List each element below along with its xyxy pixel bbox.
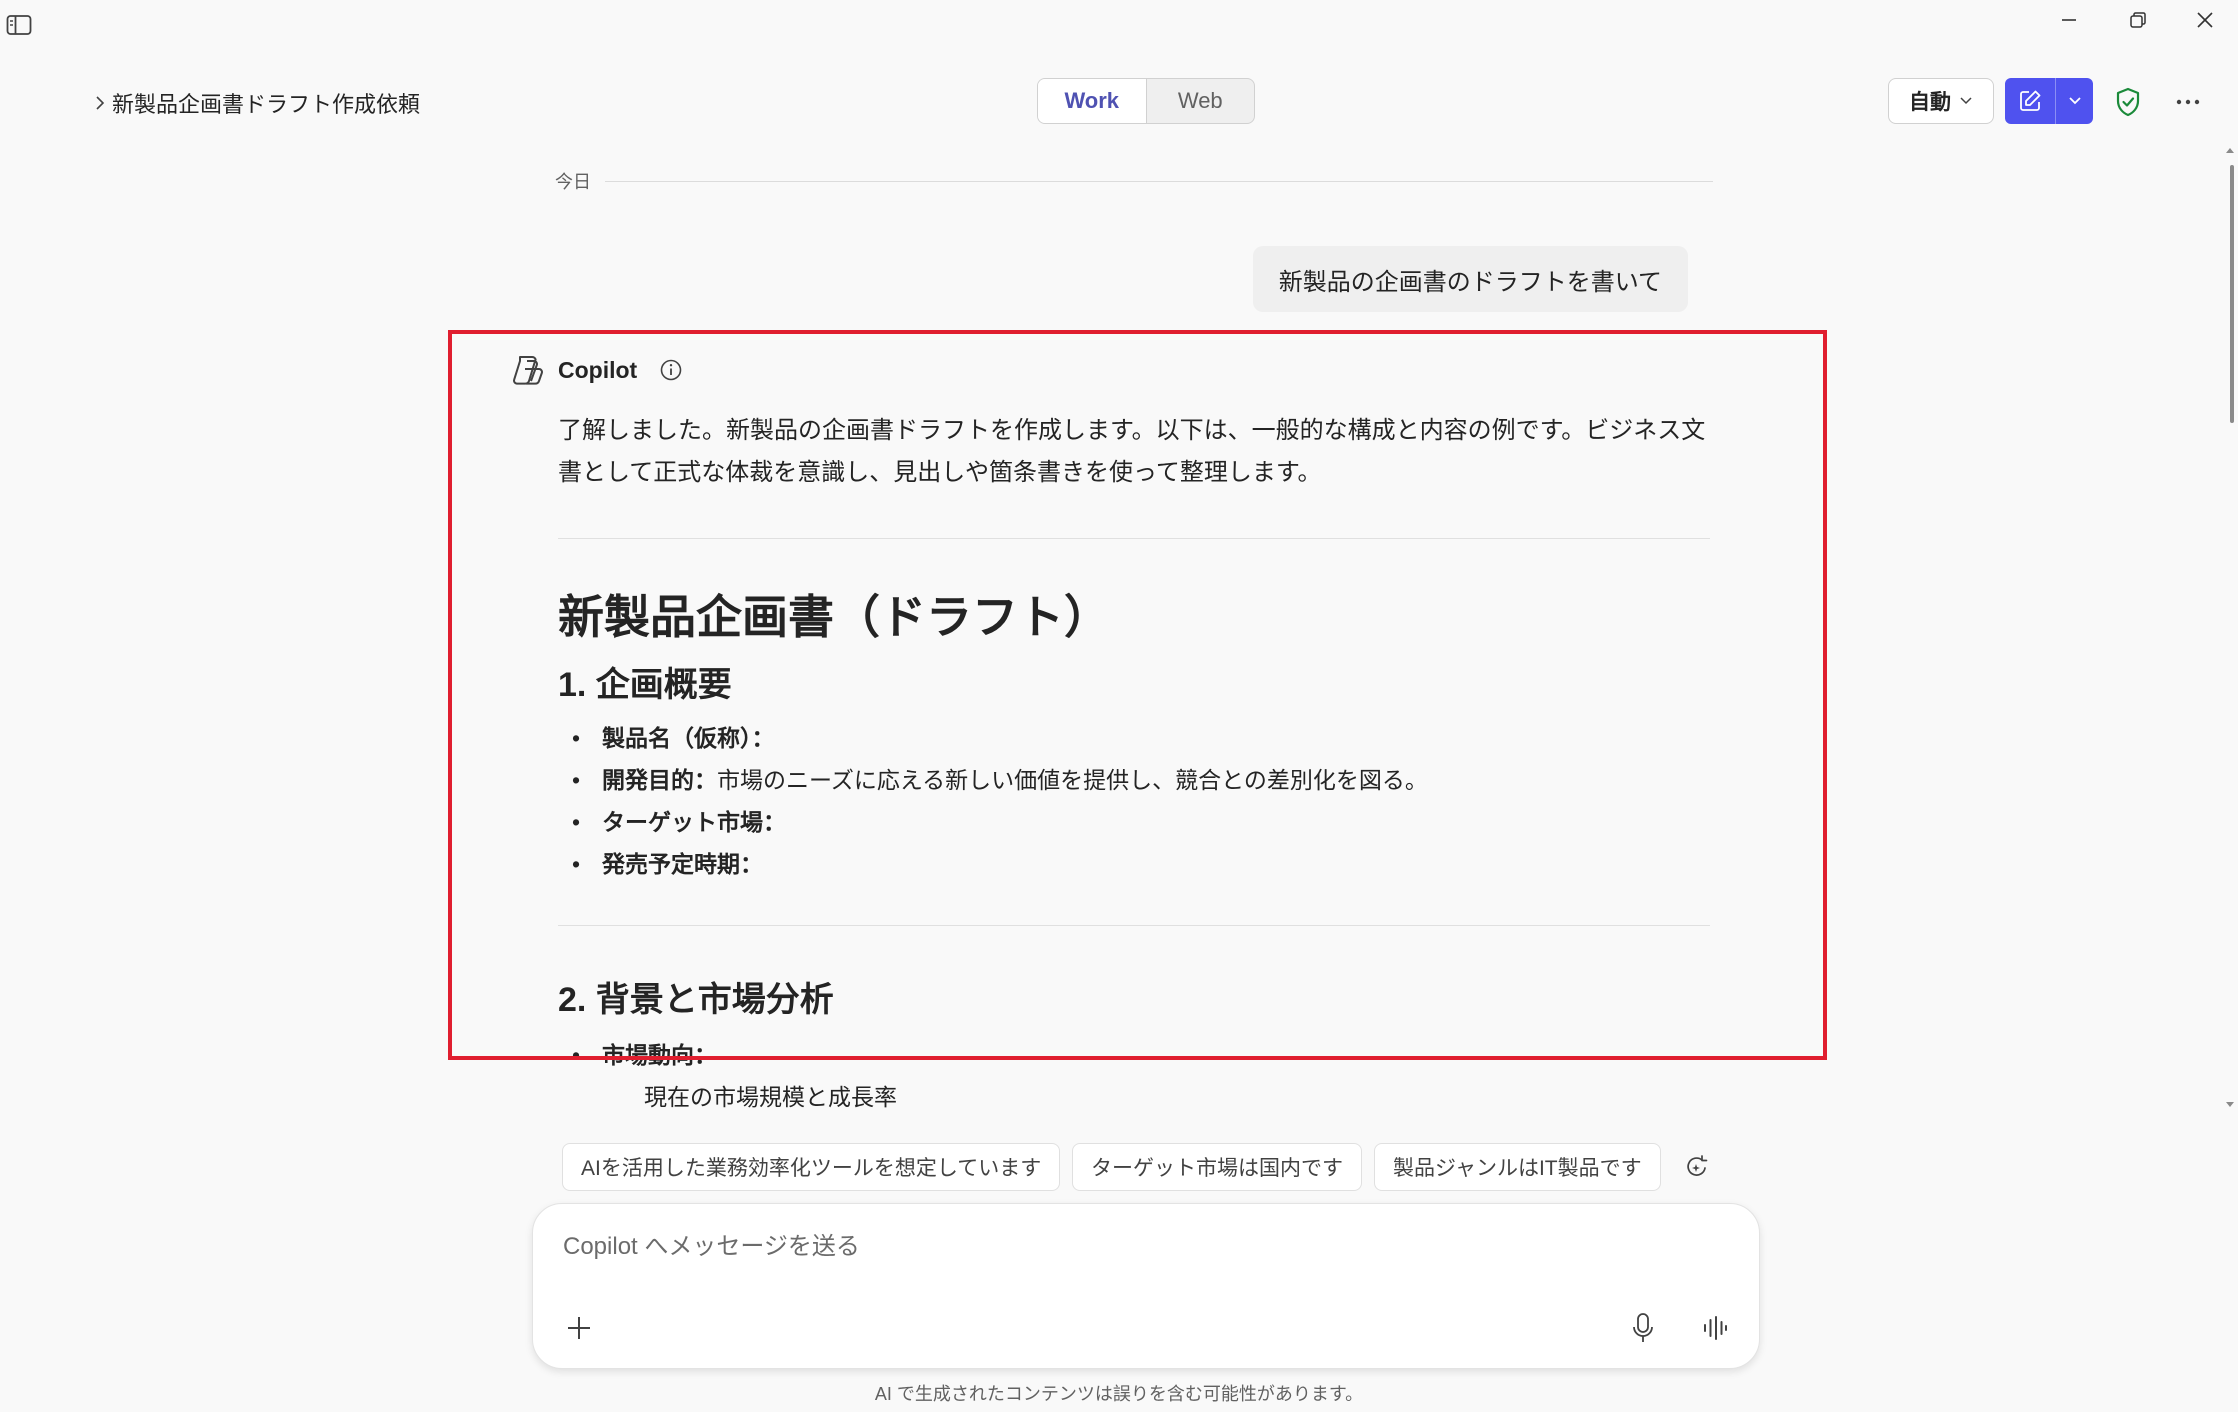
web-tab[interactable]: Web (1147, 79, 1255, 123)
more-suggestions-button[interactable] (1678, 1148, 1716, 1186)
list-item: 開発目的：市場のニーズに応える新しい価値を提供し、競合との差別化を図る。 (558, 759, 1710, 801)
assistant-response: Copilot 了解しました。新製品の企画書ドラフトを作成します。以下は、一般的… (510, 350, 1710, 1115)
new-chat-split-button[interactable] (2005, 78, 2093, 124)
minimize-button[interactable] (2036, 0, 2102, 40)
protection-shield-button[interactable] (2110, 84, 2146, 120)
chevron-right-icon (96, 96, 105, 110)
date-divider (605, 180, 1713, 182)
mode-dropdown[interactable]: 自動 (1888, 78, 1994, 124)
breadcrumb[interactable]: 新製品企画書ドラフト作成依頼 (94, 86, 420, 120)
suggestion-chip[interactable]: 製品ジャンルはIT製品です (1374, 1143, 1661, 1191)
voice-mode-button[interactable] (1695, 1308, 1735, 1348)
ai-disclaimer: AI で生成されたコンテンツは誤りを含む可能性があります。 (874, 1384, 1364, 1404)
list-item: ターゲット市場： (558, 801, 1710, 843)
response-intro: 了解しました。新製品の企画書ドラフトを作成します。以下は、一般的な構成と内容の例… (558, 417, 1706, 486)
info-icon[interactable] (659, 358, 683, 382)
new-chat-options-button[interactable] (2056, 78, 2093, 124)
section-heading-overview: 1. 企画概要 (558, 666, 732, 704)
chevron-down-icon (2068, 97, 2081, 105)
list-item: 製品名（仮称）： (558, 717, 1710, 759)
date-label: 今日 (555, 172, 591, 192)
sparkle-refresh-icon (1687, 1155, 1708, 1176)
background-list: 市場動向： (558, 1034, 1710, 1076)
more-icon (2176, 99, 2200, 105)
section-heading-background: 2. 背景と市場分析 (558, 981, 834, 1019)
copilot-logo-icon (513, 356, 543, 385)
work-web-toggle[interactable]: Work Web (1037, 78, 1255, 124)
message-input[interactable] (561, 1226, 1665, 1268)
sidebar-toggle-button[interactable] (6, 14, 36, 40)
conversation-title: 新製品企画書ドラフト作成依頼 (112, 92, 421, 117)
list-item: 市場動向： (558, 1034, 1710, 1076)
scroll-up-icon[interactable] (2222, 145, 2238, 155)
scroll-down-icon[interactable] (2222, 1100, 2238, 1110)
mode-label: 自動 (1909, 91, 1951, 114)
close-button[interactable] (2172, 0, 2238, 40)
section-divider (558, 925, 1710, 926)
suggestion-chip[interactable]: ターゲット市場は国内です (1072, 1143, 1362, 1191)
new-chat-button[interactable] (2005, 78, 2056, 124)
section-divider (558, 538, 1710, 539)
chevron-down-icon (1960, 97, 1972, 105)
message-composer (532, 1203, 1760, 1369)
assistant-header: Copilot (510, 350, 1710, 390)
add-attachment-button[interactable] (559, 1308, 599, 1348)
plus-icon (568, 1317, 590, 1339)
sub-list-item: 現在の市場規模と成長率 (644, 1084, 897, 1110)
scrollbar-thumb[interactable] (2230, 165, 2234, 423)
restore-icon (2130, 12, 2146, 28)
microphone-icon (1633, 1313, 1653, 1342)
more-options-button[interactable] (2170, 84, 2206, 120)
work-tab[interactable]: Work (1038, 79, 1147, 123)
suggestion-chip[interactable]: AIを活用した業務効率化ツールを想定しています (562, 1143, 1061, 1191)
shield-check-icon (2116, 87, 2140, 117)
close-icon (2197, 12, 2213, 28)
user-message: 新製品の企画書のドラフトを書いて (1252, 246, 1688, 312)
voice-wave-icon (1704, 1316, 1727, 1340)
document-title: 新製品企画書（ドラフト） (558, 591, 1110, 643)
microphone-button[interactable] (1623, 1308, 1663, 1348)
restore-button[interactable] (2105, 0, 2171, 40)
minimize-icon (2062, 19, 2076, 21)
assistant-name: Copilot (558, 356, 638, 383)
date-separator: 今日 (555, 166, 1713, 196)
sidebar-toggle-icon (6, 15, 32, 35)
overview-list: 製品名（仮称）： 開発目的：市場のニーズに応える新しい価値を提供し、競合との差別… (558, 717, 1710, 885)
compose-icon (2020, 90, 2041, 111)
list-item: 発売予定時期： (558, 843, 1710, 885)
